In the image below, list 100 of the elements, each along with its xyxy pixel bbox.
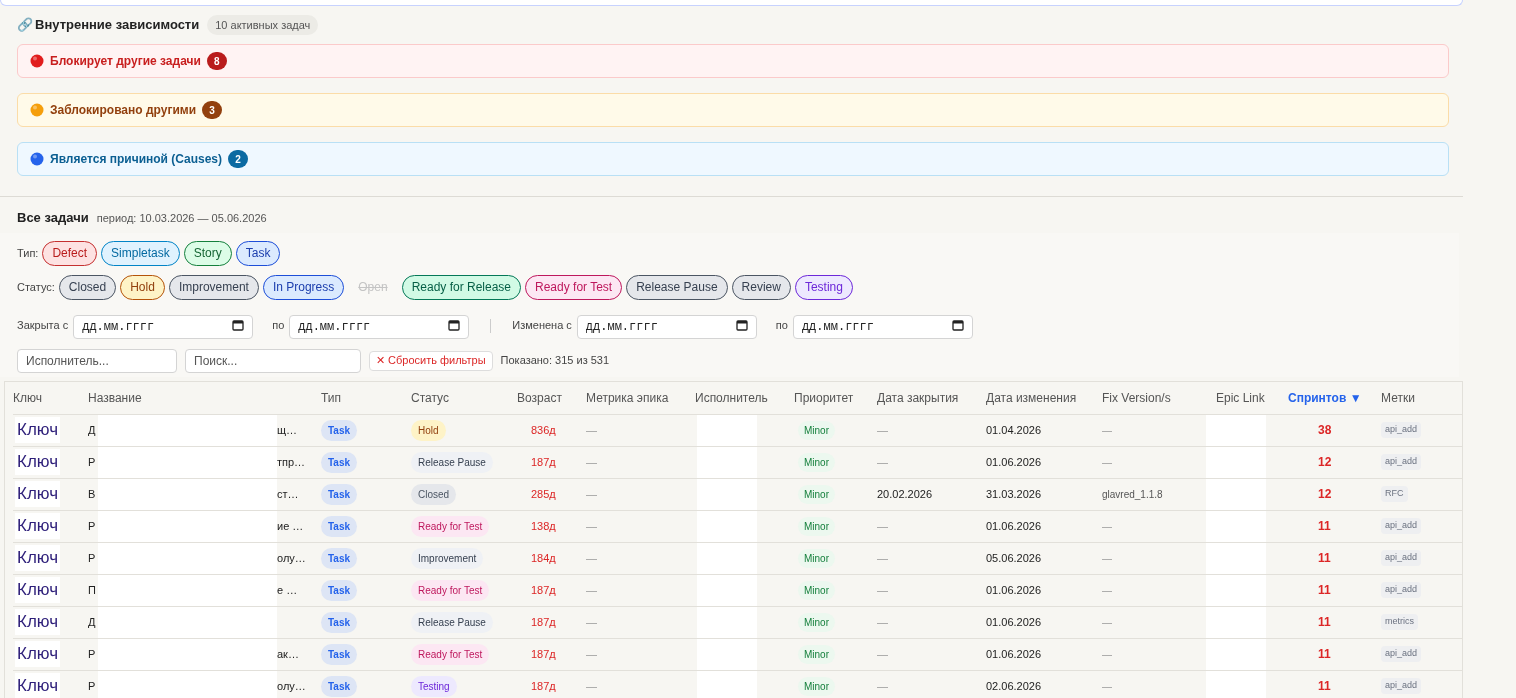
dependency-group[interactable]: Блокирует другие задачи 8 xyxy=(17,44,1449,78)
filter-chip[interactable]: Task xyxy=(235,240,281,266)
filter-chip[interactable]: Review xyxy=(731,274,791,300)
key-link[interactable]: Ключ xyxy=(15,577,61,603)
filter-chip[interactable]: Ready for Release xyxy=(401,274,522,300)
status-tag: Hold xyxy=(411,419,446,441)
column-header[interactable]: Статус xyxy=(411,388,517,407)
column-header[interactable]: Дата изменения xyxy=(986,388,1102,407)
task-name: Р xyxy=(88,550,97,566)
count-badge: 10 активных задач xyxy=(207,14,319,36)
epic-metric-text: — xyxy=(586,518,598,534)
redaction-block xyxy=(697,606,757,638)
filter-chip[interactable]: Release Pause xyxy=(626,274,728,300)
task-name: олу… xyxy=(277,550,306,566)
column-header[interactable]: Название xyxy=(88,388,321,407)
priority-tag: Minor xyxy=(798,548,835,568)
filter-chip[interactable]: Hold xyxy=(120,274,165,300)
task-name: ие … xyxy=(277,518,304,534)
changed-date: 01.06.2026 xyxy=(986,646,1043,662)
column-header[interactable]: Fix Version/s xyxy=(1102,388,1216,407)
filter-chip[interactable]: Testing xyxy=(794,274,853,300)
task-name: П xyxy=(88,582,97,598)
calendar-icon xyxy=(735,318,748,331)
filter-chip[interactable]: Story xyxy=(183,240,232,266)
age-text: 187д xyxy=(530,614,557,630)
column-header[interactable]: Тип xyxy=(321,388,411,407)
epic-metric-text: — xyxy=(586,614,598,630)
label-tag: api_add xyxy=(1381,422,1422,438)
redaction-block xyxy=(1206,542,1266,574)
circle-icon xyxy=(30,54,44,68)
column-header[interactable]: Исполнитель xyxy=(695,388,794,407)
type-tag: Task xyxy=(321,675,358,697)
key-link[interactable]: Ключ xyxy=(15,417,61,443)
count-badge: 2 xyxy=(228,150,248,168)
filter-chip[interactable]: Closed xyxy=(58,274,117,300)
date-field[interactable]: дд.мм.гггг xyxy=(576,314,757,339)
filter-chip[interactable]: Ready for Test xyxy=(525,274,623,300)
status-tag: Release Pause xyxy=(411,451,493,473)
closed-date: — xyxy=(877,678,889,694)
key-link[interactable]: Ключ xyxy=(15,609,61,635)
changed-date: 01.06.2026 xyxy=(986,582,1043,598)
fix-version-text: glavred_1.1.8 xyxy=(1102,487,1164,502)
column-header[interactable]: Epic Link xyxy=(1216,388,1288,407)
label-tag: api_add xyxy=(1381,678,1422,694)
filter-chip[interactable]: Defect xyxy=(42,240,98,266)
epic-metric-text: — xyxy=(586,422,598,438)
column-header[interactable]: Ключ xyxy=(13,388,88,407)
filter-chip[interactable]: Improvement xyxy=(168,274,259,300)
sprint-count: 11 xyxy=(1317,646,1332,663)
date-field[interactable]: дд.мм.гггг xyxy=(73,314,254,339)
calendar-icon xyxy=(951,318,964,331)
priority-tag: Minor xyxy=(798,516,835,536)
key-link[interactable]: Ключ xyxy=(15,673,61,698)
task-name: е … xyxy=(277,582,298,598)
closed-date: — xyxy=(877,614,889,630)
reset-filters-button[interactable]: ✕ Сбросить фильтры xyxy=(369,350,493,371)
date-field[interactable]: дд.мм.гггг xyxy=(289,314,470,339)
column-header[interactable]: Спринтов ▼ xyxy=(1288,388,1381,407)
epic-metric-text: — xyxy=(586,486,598,502)
epic-metric-text: — xyxy=(586,646,598,662)
key-link[interactable]: Ключ xyxy=(15,545,61,571)
fix-version-text: — xyxy=(1102,679,1113,694)
column-header[interactable]: Приоритет xyxy=(794,388,877,407)
status-tag: Ready for Test xyxy=(411,643,490,665)
redaction-block xyxy=(1206,670,1266,698)
search-field[interactable]: Поиск... xyxy=(185,348,361,373)
age-text: 138д xyxy=(530,518,557,534)
changed-date: 01.04.2026 xyxy=(986,422,1043,438)
filter-chip[interactable]: Simpletask xyxy=(101,240,180,266)
circle-icon xyxy=(30,103,44,117)
date-field[interactable]: дд.мм.гггг xyxy=(792,314,973,339)
task-name: Р xyxy=(88,678,97,694)
redaction-block xyxy=(697,414,757,446)
redaction-block xyxy=(1206,606,1266,638)
column-header[interactable]: Метки xyxy=(1381,388,1464,407)
key-link[interactable]: Ключ xyxy=(15,449,61,475)
date-label: по xyxy=(775,318,788,334)
age-text: 187д xyxy=(530,678,557,694)
type-tag: Task xyxy=(321,547,358,569)
filter-chip[interactable]: In Progress xyxy=(262,274,345,300)
column-header[interactable]: Метрика эпика xyxy=(586,388,695,407)
closed-date: — xyxy=(877,582,889,598)
closed-date: — xyxy=(877,518,889,534)
column-header[interactable]: Возраст xyxy=(517,388,586,407)
dependency-group[interactable]: Заблокировано другими 3 xyxy=(17,93,1449,127)
key-link[interactable]: Ключ xyxy=(15,641,61,667)
assignee-field[interactable]: Исполнитель... xyxy=(17,348,177,373)
sprint-count: 11 xyxy=(1317,550,1332,567)
key-link[interactable]: Ключ xyxy=(15,481,61,507)
sprint-count: 11 xyxy=(1317,614,1332,631)
fix-version-text: — xyxy=(1102,423,1113,438)
status-tag: Testing xyxy=(411,675,457,697)
task-name: В xyxy=(88,486,97,502)
redaction-block xyxy=(1206,446,1266,478)
column-header[interactable]: Дата закрытия xyxy=(877,388,986,407)
dependency-group[interactable]: Является причиной (Causes) 2 xyxy=(17,142,1449,176)
type-tag: Task xyxy=(321,451,358,473)
task-name: Д xyxy=(88,614,97,630)
type-tag: Task xyxy=(321,611,358,633)
key-link[interactable]: Ключ xyxy=(15,513,61,539)
